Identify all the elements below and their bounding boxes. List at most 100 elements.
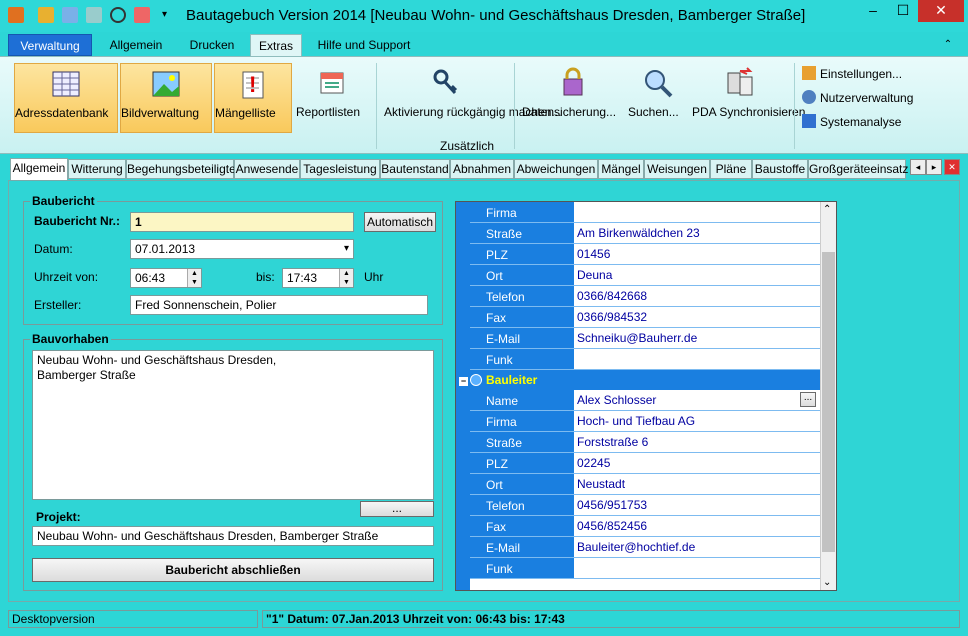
close-button[interactable]: ✕ — [918, 0, 964, 22]
tab-tagesleistung[interactable]: Tagesleistung — [300, 159, 380, 179]
tab-drucken[interactable]: Drucken — [180, 34, 244, 56]
grid-key: Telefon — [470, 495, 574, 516]
maximize-button[interactable]: ☐ — [888, 0, 918, 22]
grid-value[interactable]: 0456/852456 — [574, 516, 820, 537]
grid-row: Telefon 0456/951753 — [456, 495, 820, 516]
tab-weisungen[interactable]: Weisungen — [644, 159, 710, 179]
ersteller-input[interactable]: Fred Sonnenschein, Polier — [130, 295, 428, 315]
open-folder-icon[interactable] — [38, 7, 54, 23]
bis-label: bis: — [256, 270, 275, 284]
automatisch-button[interactable]: Automatisch — [364, 212, 436, 232]
grid-value[interactable]: Schneiku@Bauherr.de — [574, 328, 820, 349]
grid-value[interactable]: Alex Schlosser — [574, 390, 820, 411]
scrollbar-thumb[interactable] — [822, 252, 835, 552]
customize-toolbar-icon[interactable]: ▾ — [162, 7, 178, 23]
tab-bautenstand[interactable]: Bautenstand — [380, 159, 450, 179]
grid-key: Firma — [470, 202, 574, 223]
tab-baustoffe[interactable]: Baustoffe — [752, 159, 808, 179]
grid-value[interactable]: 02245 — [574, 453, 820, 474]
aktivierung-button[interactable]: Aktivierung rückgängig machen... — [384, 63, 561, 133]
grid-value[interactable]: 0366/842668 — [574, 286, 820, 307]
suchen-button[interactable]: Suchen... — [628, 63, 688, 133]
grid-value[interactable]: 01456 — [574, 244, 820, 265]
tab-begehungsbeteiligte[interactable]: Begehungsbeteiligte — [126, 159, 236, 179]
ribbon-separator — [794, 63, 795, 149]
ribbon: Adressdatenbank Bildverwaltung ! Mängell… — [0, 56, 968, 154]
scroll-down-icon[interactable]: ⌄ — [823, 577, 831, 588]
grid-category-bauleiter[interactable]: − Bauleiter — [456, 370, 820, 390]
maengelliste-button[interactable]: ! Mängelliste — [214, 63, 292, 133]
grid-value[interactable]: Bauleiter@hochtief.de — [574, 537, 820, 558]
grid-key: Fax — [470, 307, 574, 328]
grid-value[interactable]: Forststraße 6 — [574, 432, 820, 453]
tab-page-allgemein[interactable]: Allgemein — [10, 158, 68, 180]
einstellungen-button[interactable]: Einstellungen... — [802, 65, 902, 83]
uhrzeit-von-input[interactable]: 06:43 ▲ ▼ — [130, 268, 202, 288]
minimize-button[interactable]: – — [858, 0, 888, 22]
grid-value[interactable] — [574, 349, 820, 370]
tab-abnahmen[interactable]: Abnahmen — [450, 159, 514, 179]
tab-verwaltung[interactable]: Verwaltung — [8, 34, 92, 56]
main-content: Baubericht Baubericht Nr.: 1 Automatisch… — [8, 180, 960, 602]
tab-hilfe[interactable]: Hilfe und Support — [308, 34, 420, 56]
datensicherung-button[interactable]: Datensicherung... — [522, 63, 622, 133]
systemanalyse-button[interactable]: Systemanalyse — [802, 113, 901, 131]
tab-grossgeraeteeinsatz[interactable]: Großgeräteeinsatz — [808, 159, 908, 179]
chevron-down-icon: ▾ — [343, 243, 349, 254]
address-book-icon — [52, 71, 80, 97]
collapse-ribbon-icon[interactable]: ⌃ — [938, 34, 958, 56]
nutzerverwaltung-button[interactable]: Nutzerverwaltung — [802, 89, 913, 107]
tab-scroll-right-icon[interactable]: ▸ — [926, 159, 942, 175]
tab-abweichungen[interactable]: Abweichungen — [514, 159, 598, 179]
uhrzeit-bis-input[interactable]: 17:43 ▲ ▼ — [282, 268, 354, 288]
bauvorhaben-textarea[interactable]: Neubau Wohn- und Geschäftshaus Dresden, … — [32, 350, 434, 500]
datum-select[interactable]: 07.01.2013 ▾ — [130, 239, 354, 259]
ribbon-separator — [514, 63, 515, 149]
tab-anwesende[interactable]: Anwesende — [234, 159, 300, 179]
pda-sync-button[interactable]: PDA Synchronisieren — [692, 63, 805, 133]
grid-value[interactable]: Deuna — [574, 265, 820, 286]
reportlisten-button[interactable]: Reportlisten — [296, 63, 368, 133]
grid-value[interactable]: Neustadt — [574, 474, 820, 495]
tab-extras[interactable]: Extras — [250, 34, 302, 56]
projekt-input[interactable]: Neubau Wohn- und Geschäftshaus Dresden, … — [32, 526, 434, 546]
tab-witterung[interactable]: Witterung — [68, 159, 126, 179]
grid-scrollbar[interactable]: ⌃ ⌄ — [820, 202, 836, 590]
grid-key: Straße — [470, 223, 574, 244]
adressdatenbank-button[interactable]: Adressdatenbank — [14, 63, 118, 133]
grid-row: Fax 0366/984532 — [456, 307, 820, 328]
grid-value[interactable] — [574, 558, 820, 579]
name-ellipsis-button[interactable]: ... — [800, 392, 816, 407]
tab-maengel[interactable]: Mängel — [598, 159, 644, 179]
grid-value[interactable]: 0456/951753 — [574, 495, 820, 516]
copy-icon[interactable] — [86, 7, 102, 23]
close-tab-icon[interactable]: ✕ — [944, 159, 960, 175]
new-document-icon[interactable] — [62, 7, 78, 23]
bildverwaltung-button[interactable]: Bildverwaltung — [120, 63, 212, 133]
app-logo-icon — [8, 7, 24, 23]
status-version: Desktopversion — [8, 610, 258, 628]
grid-key: Telefon — [470, 286, 574, 307]
grid-row: Fax 0456/852456 — [456, 516, 820, 537]
grid-key: Ort — [470, 265, 574, 286]
tab-scroll-left-icon[interactable]: ◂ — [910, 159, 926, 175]
tab-plaene[interactable]: Pläne — [710, 159, 752, 179]
grid-value[interactable]: Hoch- und Tiefbau AG — [574, 411, 820, 432]
grid-row: PLZ 01456 — [456, 244, 820, 265]
time-spinner-icon[interactable]: ▲ ▼ — [187, 269, 201, 287]
time-spinner-icon[interactable]: ▲ ▼ — [339, 269, 353, 287]
collapse-icon[interactable]: − — [459, 377, 468, 386]
baubericht-abschliessen-button[interactable]: Baubericht abschließen — [32, 558, 434, 582]
edit-icon[interactable] — [134, 7, 150, 23]
backup-icon — [563, 67, 583, 96]
scroll-up-icon[interactable]: ⌃ — [823, 204, 831, 215]
baubericht-nr-input[interactable]: 1 — [130, 212, 354, 232]
tab-allgemein[interactable]: Allgemein — [98, 34, 174, 56]
uhrzeit-von-label: Uhrzeit von: — [34, 270, 99, 284]
bauvorhaben-dots-button[interactable]: ... — [360, 501, 434, 517]
grid-value[interactable]: 0366/984532 — [574, 307, 820, 328]
person-icon — [470, 374, 482, 386]
print-preview-icon[interactable] — [110, 7, 126, 23]
grid-value[interactable] — [574, 202, 820, 223]
grid-value[interactable]: Am Birkenwäldchen 23 — [574, 223, 820, 244]
